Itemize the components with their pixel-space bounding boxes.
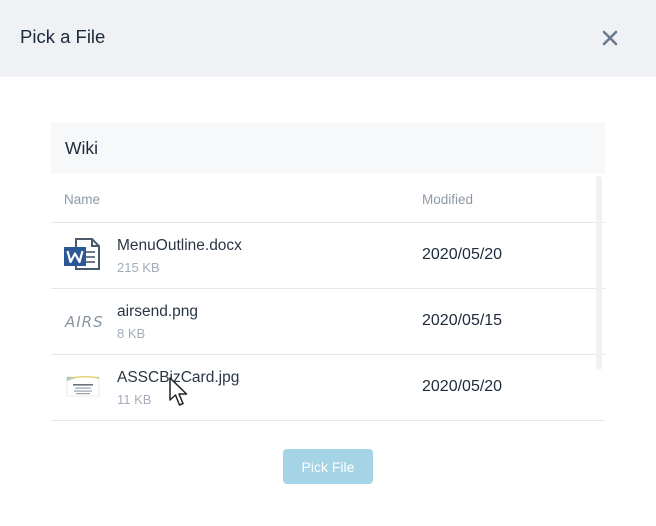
panel-title-bar: Wiki	[51, 122, 605, 174]
close-button[interactable]	[598, 27, 622, 49]
thumbnail-text: AIRS	[64, 313, 103, 331]
image-thumbnail-icon	[63, 368, 103, 404]
file-row[interactable]: AIRS airsend.png 8 KB 2020/05/15	[51, 288, 597, 354]
pick-file-button[interactable]: Pick File	[283, 449, 373, 484]
file-row[interactable]: ASSCBizCard.jpg 11 KB 2020/05/20	[51, 354, 597, 420]
list-scrollbar[interactable]	[596, 176, 602, 370]
file-modified-date: 2020/05/15	[422, 312, 503, 329]
column-header-modified[interactable]: Modified	[422, 192, 473, 207]
file-size: 215 KB	[117, 260, 160, 275]
file-name: airsend.png	[117, 303, 199, 320]
folder-title: Wiki	[65, 138, 99, 158]
file-name: MenuOutline.docx	[117, 237, 242, 254]
file-name: ASSCBizCard.jpg	[117, 369, 240, 386]
file-modified-date: 2020/05/20	[422, 378, 503, 395]
close-icon	[602, 30, 618, 46]
dialog-title: Pick a File	[20, 26, 106, 47]
file-modified-date: 2020/05/20	[422, 246, 503, 263]
dialog-header: Pick a File	[0, 0, 656, 77]
word-doc-icon	[63, 236, 103, 272]
file-size: 11 KB	[117, 392, 152, 407]
image-thumbnail-icon: AIRS	[63, 302, 103, 338]
file-size: 8 KB	[117, 326, 146, 341]
file-row[interactable]: MenuOutline.docx 215 KB 2020/05/20	[51, 222, 597, 288]
row-divider	[51, 420, 605, 421]
column-header-name[interactable]: Name	[64, 192, 100, 207]
